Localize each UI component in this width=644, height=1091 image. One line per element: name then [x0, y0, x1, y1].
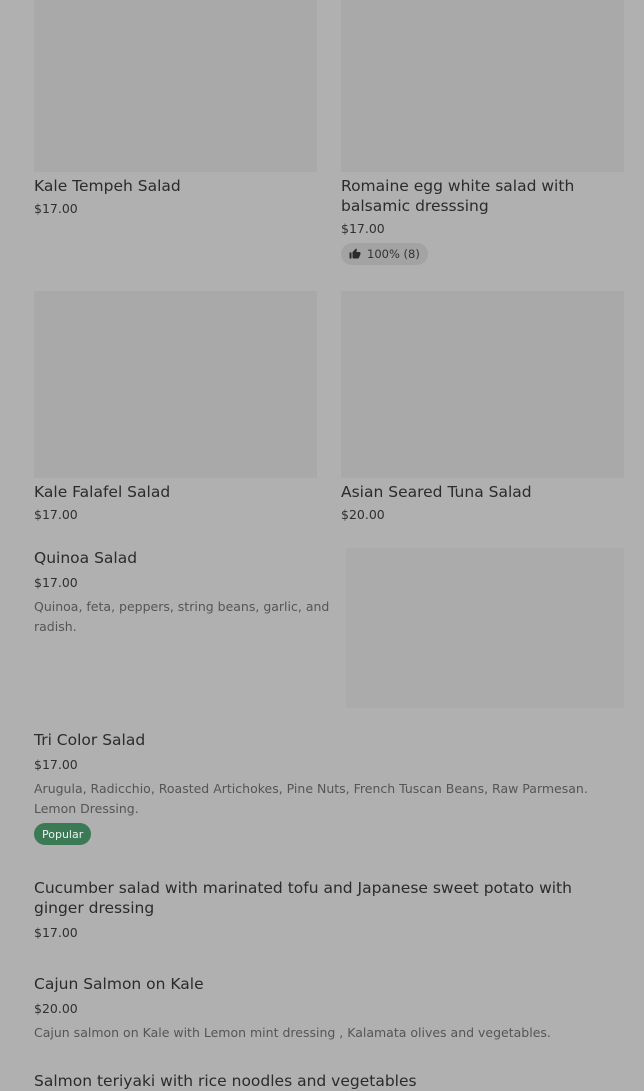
item-price: $17.00 [34, 757, 78, 772]
item-name[interactable]: Cajun Salmon on Kale [34, 974, 204, 994]
rating-badge: 100% (8) [341, 243, 428, 265]
item-image[interactable] [341, 291, 624, 478]
item-description: Cajun salmon on Kale with Lemon mint dre… [34, 1025, 551, 1040]
item-price: $20.00 [341, 507, 385, 522]
item-price: $20.00 [34, 1001, 78, 1016]
item-name[interactable]: Cucumber salad with marinated tofu and J… [34, 878, 594, 918]
item-image[interactable] [346, 548, 624, 708]
item-image[interactable] [34, 0, 317, 172]
item-name[interactable]: Asian Seared Tuna Salad [341, 482, 532, 502]
item-description: Quinoa, feta, peppers, string beans, gar… [34, 599, 330, 634]
item-image[interactable] [341, 0, 624, 172]
item-price: $17.00 [341, 221, 385, 236]
item-price: $17.00 [34, 925, 78, 940]
thumbs-up-icon [349, 248, 361, 259]
item-price: $17.00 [34, 575, 78, 590]
item-name[interactable]: Quinoa Salad [34, 548, 137, 568]
item-name[interactable]: Tri Color Salad [34, 730, 145, 750]
item-price: $17.00 [34, 507, 78, 522]
item-description: Arugula, Radicchio, Roasted Artichokes, … [34, 781, 588, 816]
item-name[interactable]: Kale Falafel Salad [34, 482, 170, 502]
item-name[interactable]: Romaine egg white salad with balsamic dr… [341, 176, 601, 216]
popular-badge: Popular [34, 823, 92, 845]
item-name[interactable]: Salmon teriyaki with rice noodles and ve… [34, 1071, 417, 1091]
item-name[interactable]: Kale Tempeh Salad [34, 176, 317, 196]
rating-text: 100% (8) [367, 247, 420, 261]
item-image[interactable] [34, 291, 317, 478]
item-price: $17.00 [34, 201, 78, 216]
